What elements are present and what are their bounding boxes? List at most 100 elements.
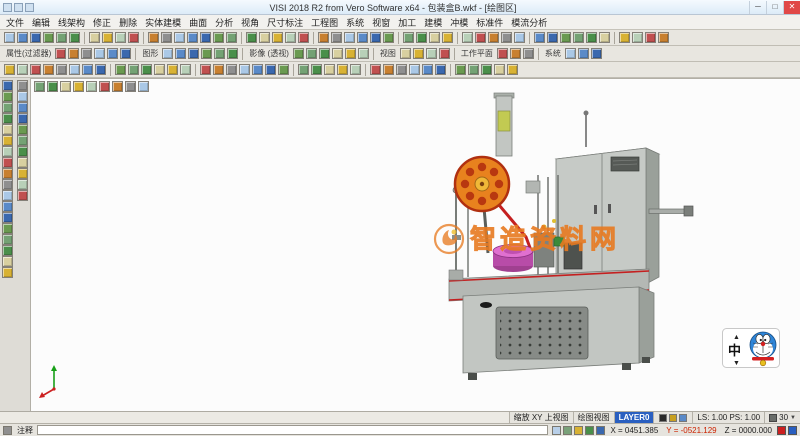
toolbar-icon[interactable]	[311, 64, 322, 75]
menu-item[interactable]: 视角	[237, 16, 263, 29]
toolbar-icon[interactable]	[565, 48, 576, 59]
menu-item[interactable]: 文件	[2, 16, 28, 29]
point-snap-icon[interactable]	[552, 426, 561, 435]
toolbar-icon[interactable]	[488, 32, 499, 43]
midpoint-snap-icon[interactable]	[563, 426, 572, 435]
toolbar-icon[interactable]	[213, 32, 224, 43]
toolbar-icon[interactable]	[175, 48, 186, 59]
toolbar-icon[interactable]	[345, 48, 356, 59]
toolbar-icon[interactable]	[4, 64, 15, 75]
toolbar-icon[interactable]	[586, 32, 597, 43]
toolbar-icon[interactable]	[162, 48, 173, 59]
toolbar-icon[interactable]	[400, 48, 411, 59]
toolbar-icon[interactable]	[2, 212, 13, 223]
toolbar-icon[interactable]	[645, 32, 656, 43]
toolbar-icon[interactable]	[102, 32, 113, 43]
toolbar-icon[interactable]	[383, 32, 394, 43]
toolbar-icon[interactable]	[34, 81, 45, 92]
toolbar-icon[interactable]	[632, 32, 643, 43]
menu-item[interactable]: 删除	[115, 16, 141, 29]
toolbar-icon[interactable]	[370, 32, 381, 43]
toolbar-icon[interactable]	[17, 168, 28, 179]
toolbar-icon[interactable]	[2, 80, 13, 91]
toolbar-icon[interactable]	[188, 48, 199, 59]
pen-color-icon[interactable]	[659, 414, 667, 422]
toolbar-icon[interactable]	[167, 64, 178, 75]
toolbar-icon[interactable]	[2, 234, 13, 245]
toolbar-icon[interactable]	[17, 190, 28, 201]
toolbar-icon[interactable]	[591, 48, 602, 59]
toolbar-icon[interactable]	[2, 179, 13, 190]
toolbar-icon[interactable]	[350, 64, 361, 75]
toolbar-icon[interactable]	[560, 32, 571, 43]
toolbar-icon[interactable]	[272, 32, 283, 43]
toolbar-icon[interactable]	[128, 64, 139, 75]
toolbar-icon[interactable]	[332, 48, 343, 59]
toolbar-icon[interactable]	[2, 267, 13, 278]
toolbar-icon[interactable]	[442, 32, 453, 43]
center-snap-icon[interactable]	[574, 426, 583, 435]
toolbar-icon[interactable]	[148, 32, 159, 43]
toolbar-icon[interactable]	[481, 64, 492, 75]
toolbar-icon[interactable]	[17, 113, 28, 124]
toolbar-icon[interactable]	[2, 124, 13, 135]
toolbar-icon[interactable]	[17, 179, 28, 190]
toolbar-icon[interactable]	[547, 32, 558, 43]
toolbar-icon[interactable]	[17, 146, 28, 157]
toolbar-icon[interactable]	[534, 32, 545, 43]
toolbar-icon[interactable]	[507, 64, 518, 75]
toolbar-icon[interactable]	[107, 48, 118, 59]
toolbar-icon[interactable]	[43, 32, 54, 43]
toolbar-icon[interactable]	[227, 48, 238, 59]
toolbar-icon[interactable]	[239, 64, 250, 75]
toolbar-icon[interactable]	[82, 64, 93, 75]
menu-item[interactable]: 曲面	[185, 16, 211, 29]
toolbar-icon[interactable]	[578, 48, 589, 59]
menu-item[interactable]: 实体建模	[141, 16, 185, 29]
toolbar-icon[interactable]	[2, 256, 13, 267]
layer-palette-icon[interactable]	[679, 414, 687, 422]
toolbar-icon[interactable]	[17, 135, 28, 146]
toolbar-icon[interactable]	[138, 81, 149, 92]
menu-item[interactable]: 建模	[420, 16, 446, 29]
cad-viewport[interactable]: 智造资料网 ▲ 中 ▼	[31, 78, 800, 411]
toolbar-icon[interactable]	[439, 48, 450, 59]
toolbar-icon[interactable]	[2, 135, 13, 146]
toolbar-icon[interactable]	[429, 32, 440, 43]
toolbar-icon[interactable]	[265, 64, 276, 75]
toolbar-icon[interactable]	[214, 48, 225, 59]
toolbar-icon[interactable]	[43, 64, 54, 75]
toolbar-icon[interactable]	[259, 32, 270, 43]
toolbar-icon[interactable]	[416, 32, 427, 43]
toolbar-icon[interactable]	[2, 91, 13, 102]
toolbar-icon[interactable]	[331, 32, 342, 43]
minimize-button[interactable]: ─	[749, 1, 766, 14]
toolbar-icon[interactable]	[69, 32, 80, 43]
toolbar-icon[interactable]	[494, 64, 505, 75]
menu-item[interactable]: 尺寸标注	[263, 16, 307, 29]
menu-item[interactable]: 编辑	[28, 16, 54, 29]
toolbar-icon[interactable]	[60, 81, 71, 92]
menu-item[interactable]: 系统	[342, 16, 368, 29]
toolbar-icon[interactable]	[413, 48, 424, 59]
toolbar-icon[interactable]	[246, 32, 257, 43]
blue-indicator[interactable]	[788, 426, 797, 435]
toolbar-icon[interactable]	[17, 80, 28, 91]
toolbar-icon[interactable]	[2, 168, 13, 179]
red-indicator[interactable]	[777, 426, 786, 435]
toolbar-icon[interactable]	[128, 32, 139, 43]
grid-icon[interactable]	[3, 426, 12, 435]
toolbar-icon[interactable]	[17, 91, 28, 102]
toolbar-icon[interactable]	[252, 64, 263, 75]
toolbar-icon[interactable]	[396, 64, 407, 75]
toolbar-icon[interactable]	[17, 102, 28, 113]
toolbar-icon[interactable]	[324, 64, 335, 75]
toolbar-icon[interactable]	[115, 64, 126, 75]
toolbar-icon[interactable]	[226, 64, 237, 75]
layer-indicator[interactable]: LAYER0	[614, 412, 654, 423]
toolbar-icon[interactable]	[69, 64, 80, 75]
annotation-input[interactable]	[37, 425, 548, 435]
toolbar-icon[interactable]	[319, 48, 330, 59]
toolbar-icon[interactable]	[475, 32, 486, 43]
menu-item[interactable]: 冲模	[446, 16, 472, 29]
